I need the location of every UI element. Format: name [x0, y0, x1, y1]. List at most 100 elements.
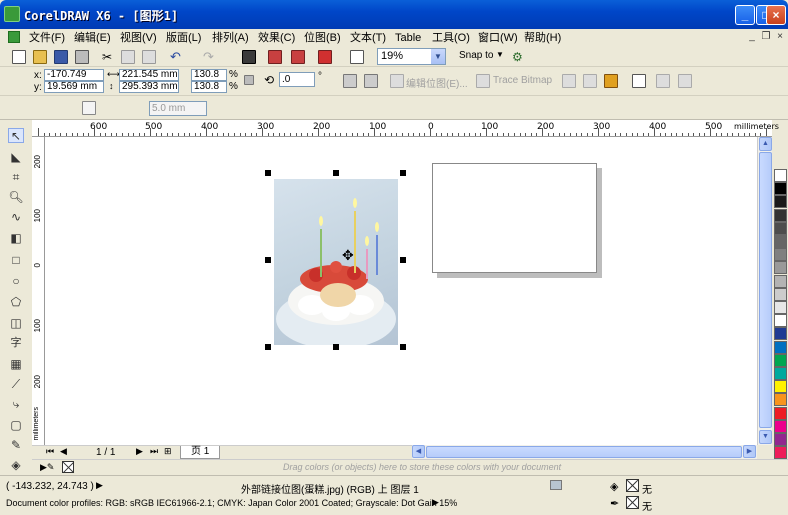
- prev-page-icon[interactable]: ◀: [60, 446, 67, 457]
- height-field[interactable]: 295.393 mm: [119, 81, 179, 93]
- palette-swatch[interactable]: [774, 208, 787, 222]
- export-icon[interactable]: [291, 50, 305, 64]
- doc-minimize-button[interactable]: _: [745, 30, 759, 44]
- palette-swatch[interactable]: [774, 446, 787, 460]
- palette-swatch[interactable]: [774, 301, 787, 314]
- polygon-tool-icon[interactable]: ⬠: [8, 295, 24, 310]
- vertical-ruler[interactable]: 200 100 0 100 200 millimeters: [32, 137, 45, 445]
- pick-tool-icon[interactable]: ↖: [8, 128, 24, 143]
- to-back-icon[interactable]: [678, 74, 692, 88]
- shape-tool-icon[interactable]: ◣: [8, 150, 24, 165]
- color-profiles-arrow-icon[interactable]: ▶: [432, 497, 439, 508]
- snap-to-button[interactable]: Snap to: [459, 50, 493, 61]
- y-position-field[interactable]: 19.569 mm: [44, 81, 104, 93]
- cake-bitmap-image[interactable]: [274, 179, 398, 345]
- effects-tool-icon[interactable]: ▢: [8, 418, 24, 433]
- palette-swatch[interactable]: [774, 287, 787, 301]
- palette-swatch[interactable]: [774, 393, 787, 407]
- rectangle-tool-icon[interactable]: □: [8, 253, 24, 268]
- palette-swatch[interactable]: [774, 419, 787, 433]
- selection-handle[interactable]: [333, 344, 339, 350]
- x-position-field[interactable]: -170.749 mm: [44, 69, 104, 90]
- zoom-level-select[interactable]: 19% ▼: [377, 48, 446, 65]
- menu-window[interactable]: 窗口(W): [478, 30, 518, 46]
- ellipse-tool-icon[interactable]: ○: [8, 274, 24, 289]
- menu-bitmaps[interactable]: 位图(B): [304, 30, 341, 46]
- search-content-icon[interactable]: [242, 50, 256, 64]
- palette-swatch[interactable]: [774, 221, 787, 235]
- eyedropper-tool-icon[interactable]: ✎: [8, 438, 24, 453]
- connector-tool-icon[interactable]: ⤷: [8, 397, 24, 412]
- trace-bitmap-icon[interactable]: [476, 74, 490, 88]
- menu-text[interactable]: 文本(T): [350, 30, 386, 46]
- palette-swatch[interactable]: [774, 195, 787, 209]
- selection-handle[interactable]: [265, 344, 271, 350]
- palette-swatch[interactable]: [774, 314, 787, 328]
- trace-bitmap-button[interactable]: Trace Bitmap: [493, 75, 552, 86]
- options-icon[interactable]: ⚙: [512, 50, 526, 64]
- last-page-icon[interactable]: ⏭: [150, 446, 158, 457]
- palette-swatch[interactable]: [774, 261, 787, 275]
- outline-width-field[interactable]: 5.0 mm: [149, 101, 207, 116]
- horizontal-scrollbar[interactable]: ◀ ▶: [412, 445, 757, 459]
- cut-icon[interactable]: ✂: [100, 50, 114, 64]
- menu-tools[interactable]: 工具(O): [432, 30, 470, 46]
- close-button[interactable]: ×: [766, 5, 786, 25]
- scroll-left-icon[interactable]: ◀: [412, 445, 425, 458]
- menu-effects[interactable]: 效果(C): [258, 30, 295, 46]
- freehand-tool-icon[interactable]: ∿: [8, 210, 24, 225]
- open-folder-icon[interactable]: [33, 50, 47, 64]
- wrap-text-icon[interactable]: [632, 74, 646, 88]
- lock-ratio-icon[interactable]: [244, 75, 254, 85]
- palette-swatch[interactable]: [774, 248, 787, 262]
- document-color-well[interactable]: ▶✎ Drag colors (or objects) here to stor…: [32, 459, 788, 475]
- add-page-icon[interactable]: ⊞: [164, 446, 172, 457]
- zoom-tool-icon[interactable]: 🔍︎: [8, 190, 24, 205]
- menu-view[interactable]: 视图(V): [120, 30, 157, 46]
- palette-swatch[interactable]: [774, 169, 787, 182]
- horizontal-ruler[interactable]: 600 500 400 300 200 100 0 100 200 300 40…: [32, 120, 779, 137]
- outline-tool-icon[interactable]: ◈: [8, 458, 24, 473]
- outline-none-icon[interactable]: [626, 496, 639, 509]
- undo-icon[interactable]: ↶: [170, 50, 184, 64]
- first-page-icon[interactable]: ⏮: [46, 446, 54, 457]
- scale-y-field[interactable]: 130.8: [191, 81, 227, 93]
- page-tab[interactable]: 页 1: [180, 446, 221, 459]
- menu-arrange[interactable]: 排列(A): [212, 30, 249, 46]
- table-tool-icon[interactable]: ▦: [8, 357, 24, 372]
- import-icon[interactable]: [268, 50, 282, 64]
- menu-table[interactable]: Table: [395, 30, 421, 46]
- bitmap-color-mask-icon[interactable]: [604, 74, 618, 88]
- mirror-horizontal-icon[interactable]: [343, 74, 357, 88]
- dimension-tool-icon[interactable]: ⟋: [8, 377, 24, 392]
- width-field[interactable]: 221.545 mm: [119, 69, 179, 81]
- resample-icon[interactable]: [583, 74, 597, 88]
- selection-handle[interactable]: [400, 257, 406, 263]
- selection-handle[interactable]: [400, 170, 406, 176]
- vertical-scrollbar[interactable]: ▲ ▼: [757, 137, 772, 445]
- menu-help[interactable]: 帮助(H): [524, 30, 561, 46]
- scroll-up-icon[interactable]: ▲: [759, 137, 772, 151]
- no-color-icon[interactable]: [62, 461, 74, 473]
- menu-edit[interactable]: 编辑(E): [74, 30, 111, 46]
- palette-swatch[interactable]: [774, 340, 787, 354]
- snap-to-chevron-icon[interactable]: ▼: [496, 50, 504, 59]
- expand-arrow-icon[interactable]: ▶: [96, 480, 103, 491]
- drawing-canvas[interactable]: ✥: [45, 137, 757, 445]
- outline-style-icon[interactable]: [82, 101, 96, 115]
- palette-swatch[interactable]: [774, 182, 787, 196]
- palette-swatch[interactable]: [774, 367, 787, 380]
- selection-handle[interactable]: [265, 170, 271, 176]
- copy-icon[interactable]: [121, 50, 135, 64]
- selection-handle[interactable]: [333, 170, 339, 176]
- doc-close-button[interactable]: ×: [773, 30, 787, 44]
- menu-file[interactable]: 文件(F): [29, 30, 65, 46]
- palette-swatch[interactable]: [774, 353, 787, 367]
- palette-swatch[interactable]: [774, 380, 787, 394]
- palette-swatch[interactable]: [774, 327, 787, 341]
- edit-bitmap-icon[interactable]: [390, 74, 404, 88]
- doc-restore-button[interactable]: ❐: [759, 30, 773, 44]
- selection-handle[interactable]: [265, 257, 271, 263]
- color-proof-icon[interactable]: [550, 480, 562, 490]
- vertical-scroll-thumb[interactable]: [759, 152, 772, 428]
